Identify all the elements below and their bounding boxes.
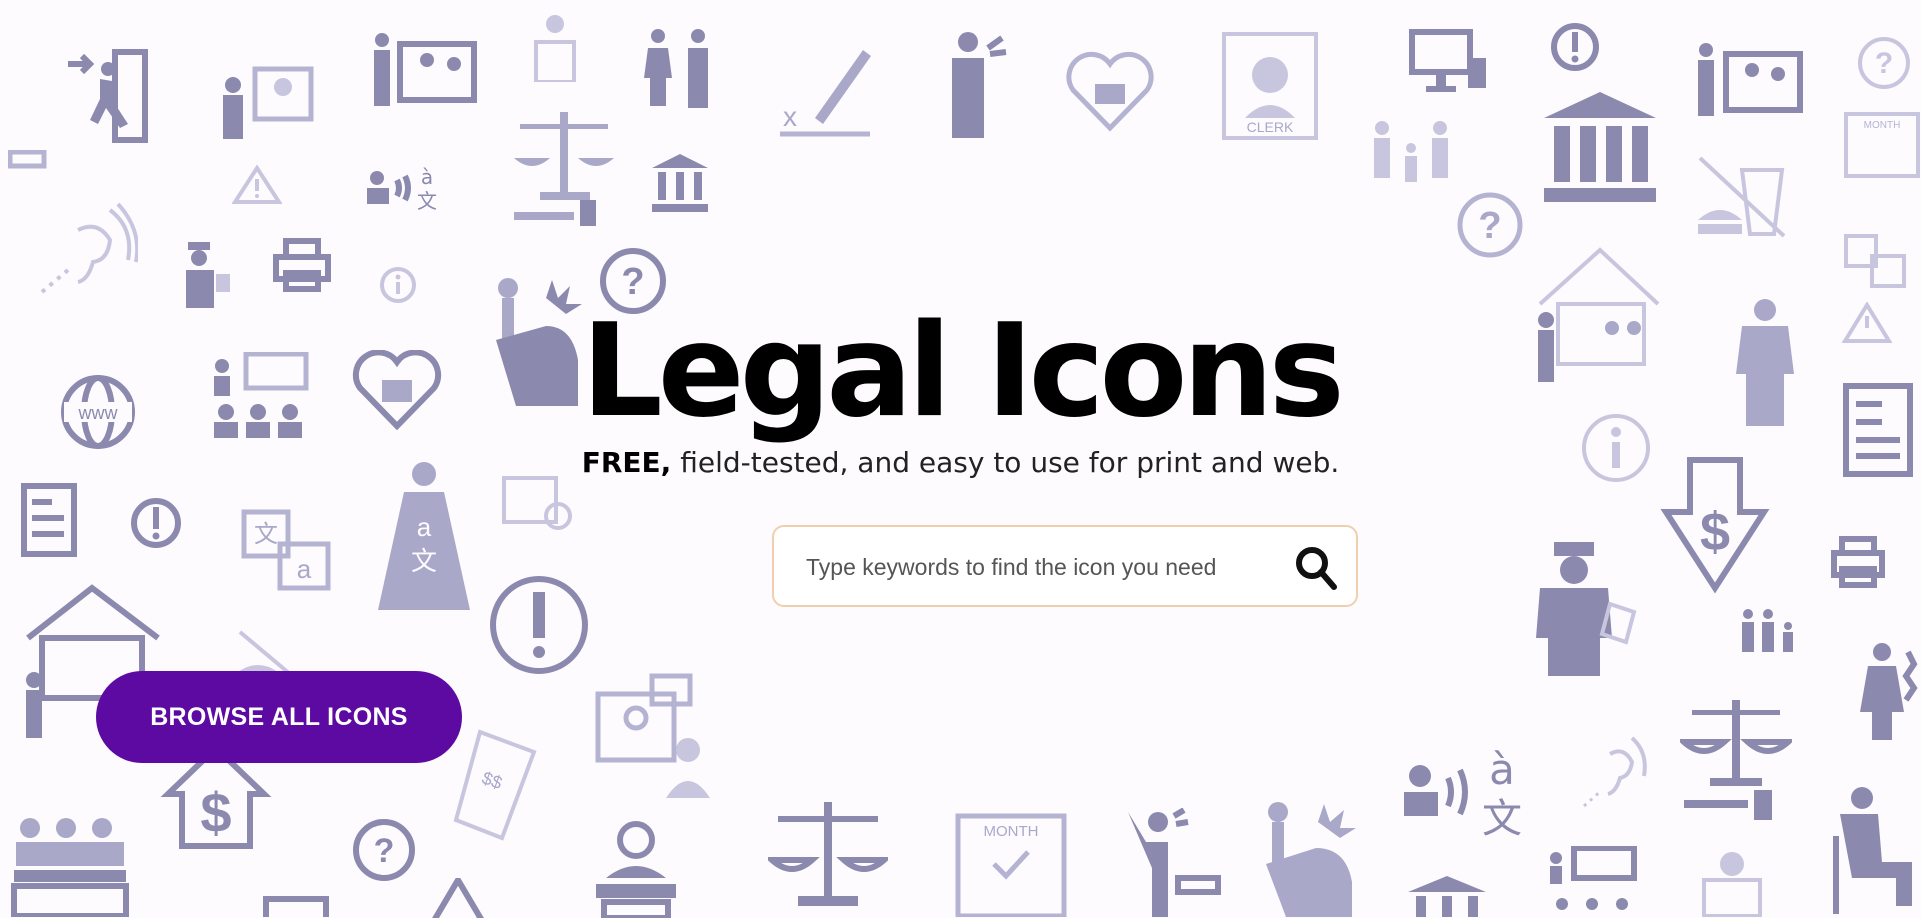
hearing-assist-icon (40, 202, 138, 294)
printer-icon (1831, 536, 1885, 588)
page-title: Legal Icons (581, 296, 1345, 446)
interpreter-icon: à 文 (367, 165, 437, 213)
translate-icon: 文 a (241, 509, 331, 591)
couple-icon (644, 29, 708, 108)
clerk-box-icon: CLERK (1222, 32, 1318, 140)
search-button[interactable] (1290, 541, 1342, 593)
money-receipt-icon: $$ (453, 729, 537, 841)
clerk-window-person-icon (223, 66, 314, 139)
jury-box-icon (11, 818, 129, 917)
family-icon (1742, 609, 1793, 652)
svg-text:$: $ (200, 781, 231, 844)
interpreter-icon: à 文 (1404, 745, 1522, 842)
presenter-audience-icon (1550, 846, 1637, 910)
page-subtitle: FREE, field-tested, and easy to use for … (0, 446, 1921, 479)
courthouse-icon (652, 154, 708, 212)
no-food-drink-icon (1698, 156, 1786, 238)
scales-gavel-icon (1680, 700, 1792, 820)
scales-gavel-icon (514, 112, 614, 226)
question-icon: ? (1457, 192, 1523, 258)
heart-courthouse-icon (1066, 51, 1154, 132)
search-bar (772, 525, 1358, 607)
translate-target-glyph: a (297, 554, 312, 584)
tablet-icon (263, 896, 329, 917)
info-icon (380, 267, 416, 303)
translate-source-glyph: 文 (254, 520, 278, 548)
clerk-label: CLERK (1247, 119, 1294, 135)
statue-of-liberty-icon (1266, 802, 1356, 917)
hearing-assist-icon (1583, 736, 1647, 808)
police-officer-icon (1536, 542, 1637, 676)
translate-source-glyph: 文 (411, 547, 437, 577)
clerk-window-icon (1702, 852, 1762, 917)
scales-of-justice-icon (768, 802, 888, 906)
question-icon: ? (353, 819, 415, 881)
money-label: $$ (479, 768, 505, 794)
exit-door-icon (68, 49, 148, 143)
svg-text:$: $ (1700, 502, 1730, 562)
browse-all-icons-button[interactable]: BROWSE ALL ICONS (96, 671, 462, 763)
alert-circle-icon (490, 576, 588, 674)
family-icon (374, 33, 477, 106)
translate-source-glyph: 文 (1482, 796, 1522, 842)
distressed-woman-icon (1860, 643, 1918, 740)
svg-text:?: ? (374, 832, 395, 870)
speaking-person-icon (952, 32, 1007, 138)
document-icon (21, 483, 77, 557)
video-chat-icon (595, 673, 710, 798)
warning-icon (432, 878, 484, 918)
search-icon (1296, 547, 1337, 590)
calendar-alert-icon (502, 476, 572, 530)
question-icon: ? (1858, 37, 1910, 89)
family-board-icon (1698, 43, 1803, 116)
calendar-month-label: MONTH (984, 823, 1039, 840)
translate-icon (1844, 234, 1906, 288)
alert-circle-icon (1551, 23, 1599, 71)
translate-target-glyph: a (417, 512, 432, 542)
calendar-month-icon: MONTH (955, 813, 1067, 917)
interpreter-woman-icon: a 文 (378, 462, 470, 610)
svg-text:?: ? (1875, 47, 1893, 80)
speaking-person-icon (1128, 808, 1221, 917)
computer-icon (1409, 29, 1486, 92)
svg-text:x: x (783, 101, 797, 132)
calendar-month-icon: MONTH (1844, 112, 1920, 178)
signature-line-icon: x (780, 50, 871, 137)
printer-icon (273, 238, 331, 292)
translate-source-glyph: 文 (417, 189, 437, 213)
accent-glyph: à (421, 165, 433, 189)
seated-person-icon (1833, 787, 1912, 914)
podium-speaker-icon (534, 15, 576, 82)
parents-child-icon (1374, 121, 1448, 182)
alert-circle-icon (131, 498, 181, 548)
accent-glyph: à (1489, 745, 1515, 794)
courthouse-large-icon (1544, 92, 1656, 202)
warning-icon (232, 165, 282, 204)
edge-fragment-icon (8, 150, 47, 169)
subtitle-text: field-tested, and easy to use for print … (671, 446, 1340, 479)
judge-icon (596, 821, 676, 918)
calendar-month-label: MONTH (1864, 120, 1901, 131)
police-officer-icon (186, 242, 230, 308)
svg-text:?: ? (1478, 205, 1501, 247)
search-input[interactable] (804, 527, 1268, 607)
subtitle-highlight: FREE, (581, 446, 672, 479)
courthouse-icon (1408, 876, 1486, 917)
